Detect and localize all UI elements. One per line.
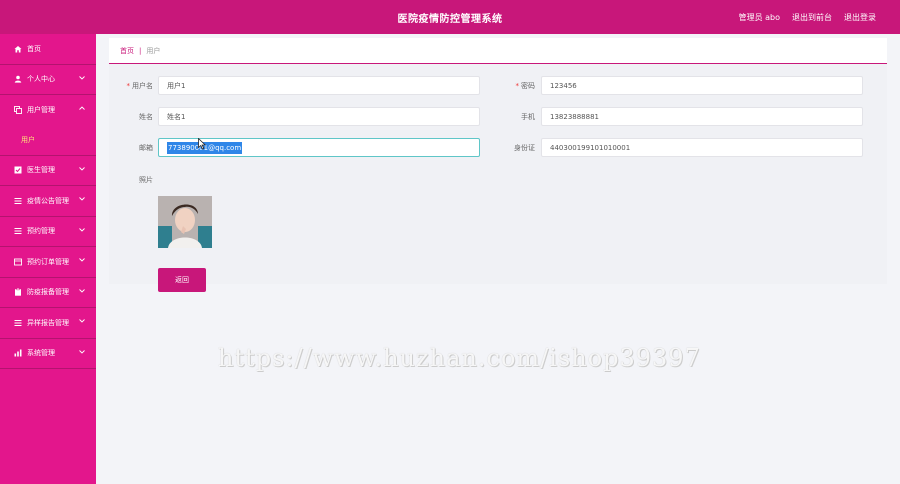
sidebar-item-label: 预约管理	[27, 227, 55, 236]
list-icon	[13, 196, 22, 205]
sidebar-item-label: 医生管理	[27, 166, 55, 175]
sidebar-item-label: 防疫报备管理	[27, 288, 69, 297]
list-icon	[13, 318, 22, 327]
chevron-down-icon	[79, 348, 85, 356]
sidebar-item-label: 疫情公告管理	[27, 196, 69, 205]
watermark-text: https://www.huzhan.com/ishop39397	[218, 344, 701, 372]
chevron-down-icon	[79, 256, 85, 264]
chevron-down-icon	[79, 195, 85, 203]
user-icon	[13, 75, 22, 84]
back-button[interactable]: 返回	[158, 268, 206, 292]
back-to-frontend-link[interactable]: 退出到前台	[792, 12, 832, 23]
breadcrumb-current: 用户	[146, 46, 161, 55]
chevron-down-icon	[79, 165, 85, 173]
chevron-down-icon	[79, 287, 85, 295]
email-label: 邮箱	[139, 144, 153, 152]
sidebar-item-abnormal-report-management[interactable]: 异样报告管理	[0, 308, 96, 339]
name-field[interactable]: 姓名1	[158, 107, 480, 126]
sidebar-item-label: 异样报告管理	[27, 318, 69, 327]
mouse-cursor-icon	[198, 138, 206, 150]
email-field[interactable]: 773890001@qq.com	[158, 138, 480, 157]
sidebar-item-appointment-management[interactable]: 预约管理	[0, 217, 96, 247]
idcard-label: 身份证	[514, 144, 535, 152]
sidebar-subitem-users[interactable]: 用户	[0, 126, 96, 156]
admin-user-label: 管理员 abo	[738, 13, 780, 22]
list-icon	[13, 227, 22, 236]
breadcrumb-separator: |	[139, 46, 142, 55]
sidebar-item-profile[interactable]: 个人中心	[0, 65, 96, 95]
sidebar-item-system-management[interactable]: 系统管理	[0, 339, 96, 369]
phone-label: 手机	[521, 113, 535, 121]
breadcrumb: 首页 | 用户	[109, 38, 887, 64]
sidebar-item-appointment-order-management[interactable]: 预约订单管理	[0, 247, 96, 278]
sidebar-item-label: 预约订单管理	[27, 257, 69, 266]
sidebar-item-epidemic-report-management[interactable]: 防疫报备管理	[0, 278, 96, 308]
header-links: 管理员 abo 退出到前台 退出登录	[739, 12, 876, 23]
required-marker: *	[126, 82, 131, 90]
chevron-up-icon	[79, 104, 85, 112]
sidebar-item-label: 用户管理	[27, 106, 55, 115]
idcard-field[interactable]: 440300199101010001	[541, 138, 863, 157]
sidebar-item-label: 个人中心	[27, 75, 55, 84]
username-field[interactable]: 用户1	[158, 76, 480, 95]
password-field[interactable]: 123456	[541, 76, 863, 95]
user-photo	[158, 196, 212, 248]
breadcrumb-home-link[interactable]: 首页	[120, 46, 134, 56]
chevron-down-icon	[79, 226, 85, 234]
username-label: * 用户名	[126, 82, 154, 90]
password-label: * 密码	[515, 82, 536, 90]
sidebar-item-user-management[interactable]: 用户管理	[0, 95, 96, 126]
copy-icon	[13, 106, 22, 115]
clipboard-icon	[13, 288, 22, 297]
sidebar-item-doctor-management[interactable]: 医生管理	[0, 156, 96, 186]
sidebar-item-label: 系统管理	[27, 349, 55, 358]
logout-link[interactable]: 退出登录	[844, 12, 876, 23]
main-content: 首页 | 用户 * 用户名 用户1 * 密码 123456 姓名 姓名1 手机 13…	[109, 38, 887, 292]
chevron-down-icon	[79, 74, 85, 82]
sidebar-item-label: 首页	[27, 44, 41, 53]
photo-label: 照片	[139, 176, 153, 184]
chart-icon	[13, 349, 22, 358]
check-square-icon	[13, 166, 22, 175]
required-marker: *	[515, 82, 520, 90]
home-icon	[13, 44, 22, 53]
top-bar: 医院疫情防控管理系统 管理员 abo 退出到前台 退出登录	[0, 0, 900, 34]
name-label: 姓名	[139, 113, 153, 121]
phone-field[interactable]: 13823888881	[541, 107, 863, 126]
sidebar: 首页 个人中心 用户管理 用户 医生管理 疫情公告管理 预约管理 预约订单管理 …	[0, 34, 96, 484]
sidebar-item-announcement-management[interactable]: 疫情公告管理	[0, 186, 96, 217]
user-detail-form: * 用户名 用户1 * 密码 123456 姓名 姓名1 手机 1382388888…	[109, 64, 887, 292]
sidebar-item-home[interactable]: 首页	[0, 34, 96, 65]
table-icon	[13, 257, 22, 266]
chevron-down-icon	[79, 317, 85, 325]
